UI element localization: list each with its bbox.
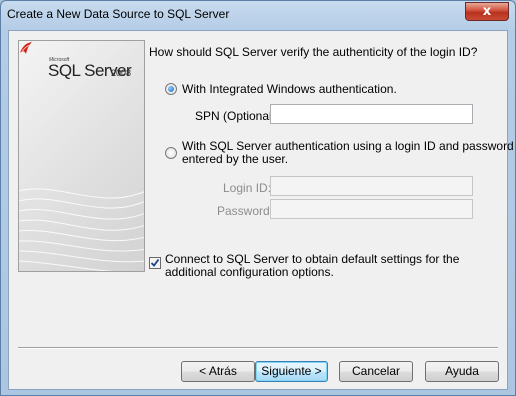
title-bar[interactable]: Create a New Data Source to SQL Server x: [1, 1, 515, 29]
auth-question: How should SQL Server verify the authent…: [149, 45, 478, 59]
login-id-label: Login ID:: [223, 181, 272, 195]
radio-sql-auth-label-line2[interactable]: entered by the user.: [182, 152, 288, 166]
connect-label-line2[interactable]: additional configuration options.: [165, 265, 334, 279]
button-separator: [18, 347, 498, 349]
sql-server-banner: Microsoft SQL Server 2008: [18, 40, 145, 272]
sql-server-logo-icon: [20, 42, 32, 54]
cancel-button[interactable]: Cancelar: [339, 361, 413, 382]
radio-sql-auth-label-line1[interactable]: With SQL Server authentication using a l…: [182, 139, 514, 153]
password-label: Password:: [217, 204, 274, 218]
login-id-input[interactable]: [270, 176, 473, 196]
spn-label: SPN (Optional):: [195, 109, 280, 123]
connect-default-settings-checkbox[interactable]: [149, 257, 161, 269]
logo-version-text: 2008: [111, 68, 132, 78]
password-input[interactable]: [270, 199, 473, 219]
close-button[interactable]: x: [465, 2, 509, 21]
radio-windows-auth-label[interactable]: With Integrated Windows authentication.: [182, 82, 397, 96]
window-title: Create a New Data Source to SQL Server: [7, 7, 230, 21]
help-button[interactable]: Ayuda: [425, 361, 499, 382]
dialog-window: Create a New Data Source to SQL Server x: [0, 0, 516, 396]
radio-windows-auth[interactable]: [165, 83, 177, 95]
spn-input[interactable]: [270, 104, 473, 124]
radio-sql-auth[interactable]: [165, 147, 177, 159]
checkmark-icon: [150, 258, 160, 267]
next-button[interactable]: Siguiente >: [255, 361, 328, 382]
connect-label-line1[interactable]: Connect to SQL Server to obtain default …: [165, 252, 459, 266]
back-button[interactable]: < Atrás: [181, 361, 255, 382]
dialog-client-area: Microsoft SQL Server 2008 How should SQL…: [8, 30, 514, 390]
close-icon: x: [482, 4, 492, 19]
